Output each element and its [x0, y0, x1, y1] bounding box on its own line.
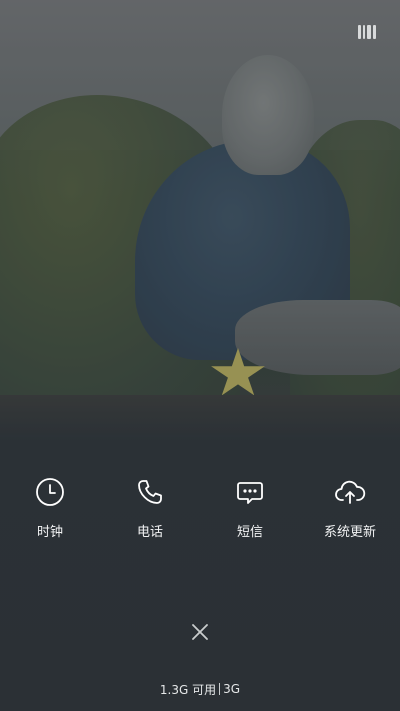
memory-total: 3G	[223, 682, 241, 696]
quick-action-label: 电话	[136, 525, 163, 540]
memory-status: 1.3G 可用 3G	[0, 680, 400, 698]
memory-clean-icon[interactable]	[358, 25, 376, 39]
quick-action-label: 短信	[236, 525, 263, 540]
quick-action-phone[interactable]: 电话	[100, 475, 200, 555]
memory-available: 1.3G 可用	[159, 682, 217, 697]
dim-overlay	[0, 0, 400, 711]
phone-icon	[133, 475, 167, 509]
quick-action-message[interactable]: 短信	[200, 475, 300, 555]
close-icon	[192, 624, 208, 640]
message-icon	[233, 475, 267, 509]
quick-action-clock[interactable]: 时钟	[0, 475, 100, 555]
quick-action-label: 时钟	[36, 525, 63, 540]
quick-action-system-update[interactable]: 系统更新	[300, 475, 400, 555]
recent-apps-screen: 时钟 电话 短信 系统更新 1.3G 可用 3G	[0, 0, 400, 711]
cloud-upload-icon	[333, 475, 367, 509]
clock-icon	[33, 475, 67, 509]
quick-actions-row: 时钟 电话 短信 系统更新	[0, 475, 400, 555]
memory-separator	[219, 683, 221, 695]
close-recents-button[interactable]	[188, 620, 212, 644]
quick-action-label: 系统更新	[323, 525, 376, 540]
